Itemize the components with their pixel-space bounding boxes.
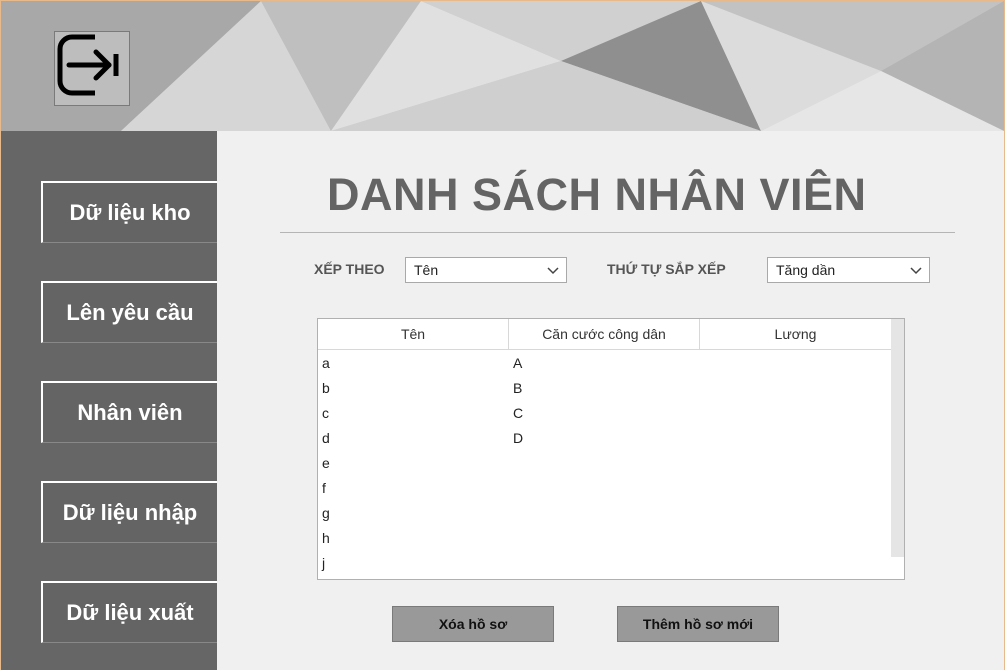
table-cell: D bbox=[513, 429, 524, 446]
table-cell bbox=[700, 450, 891, 475]
main-panel: DANH SÁCH NHÂN VIÊN XẾP THEO Tên THỨ TỰ … bbox=[217, 131, 1004, 670]
column-header-id-card[interactable]: Căn cước công dân bbox=[509, 319, 700, 349]
table-cell: g bbox=[322, 504, 330, 521]
table-cell bbox=[700, 475, 891, 500]
table-cell bbox=[700, 500, 891, 525]
employee-table[interactable]: Tên Căn cước công dân Lương aAbBcCdDefgh… bbox=[317, 318, 905, 580]
table-body: aAbBcCdDefghj bbox=[318, 350, 904, 575]
table-row[interactable]: h bbox=[318, 525, 891, 550]
add-record-button[interactable]: Thêm hồ sơ mới bbox=[617, 606, 779, 642]
table-cell: C bbox=[513, 404, 524, 421]
title-divider bbox=[280, 232, 955, 233]
chevron-down-icon bbox=[547, 267, 559, 275]
table-cell bbox=[700, 525, 891, 550]
column-header-salary[interactable]: Lương bbox=[700, 319, 891, 349]
table-cell: B bbox=[513, 379, 523, 396]
sidebar-item-employees[interactable]: Nhân viên bbox=[41, 381, 217, 443]
sidebar-item-label: Dữ liệu kho bbox=[69, 199, 191, 225]
table-cell bbox=[700, 375, 891, 400]
table-cell: e bbox=[322, 454, 330, 471]
sidebar: Dữ liệu kho Lên yêu cầu Nhân viên Dữ liệ… bbox=[1, 131, 217, 670]
sidebar-item-import-data[interactable]: Dữ liệu nhập bbox=[41, 481, 217, 543]
sort-order-select[interactable]: Tăng dần bbox=[767, 257, 930, 283]
table-cell: b bbox=[322, 379, 330, 396]
sort-by-value: Tên bbox=[414, 262, 439, 278]
sidebar-item-inventory[interactable]: Dữ liệu kho bbox=[41, 181, 217, 243]
header-banner bbox=[1, 1, 1004, 131]
table-cell: h bbox=[322, 529, 330, 546]
logout-button[interactable] bbox=[54, 31, 130, 106]
table-row[interactable]: bB bbox=[318, 375, 891, 400]
chevron-down-icon bbox=[910, 267, 922, 275]
sort-order-label: THỨ TỰ SẮP XẾP bbox=[607, 261, 726, 277]
table-cell bbox=[509, 450, 700, 475]
table-cell: j bbox=[322, 554, 326, 571]
sidebar-item-label: Lên yêu cầu bbox=[66, 299, 194, 325]
table-row[interactable]: e bbox=[318, 450, 891, 475]
table-row[interactable]: f bbox=[318, 475, 891, 500]
sort-by-select[interactable]: Tên bbox=[405, 257, 567, 283]
table-cell bbox=[509, 475, 700, 500]
logout-arrow-icon bbox=[57, 32, 121, 98]
table-header: Tên Căn cước công dân Lương bbox=[318, 319, 891, 350]
sort-order-value: Tăng dần bbox=[776, 262, 836, 278]
column-header-name[interactable]: Tên bbox=[318, 319, 509, 349]
sidebar-item-label: Dữ liệu xuất bbox=[66, 599, 194, 625]
sidebar-item-export-data[interactable]: Dữ liệu xuất bbox=[41, 581, 217, 643]
table-cell: a bbox=[322, 354, 330, 371]
table-row[interactable]: cC bbox=[318, 400, 891, 425]
table-cell: A bbox=[513, 354, 523, 371]
sidebar-item-label: Nhân viên bbox=[77, 399, 183, 425]
table-scrollbar[interactable] bbox=[891, 319, 904, 557]
sidebar-item-request[interactable]: Lên yêu cầu bbox=[41, 281, 217, 343]
delete-record-button[interactable]: Xóa hồ sơ bbox=[392, 606, 554, 642]
table-row[interactable]: dD bbox=[318, 425, 891, 450]
page-title: DANH SÁCH NHÂN VIÊN bbox=[327, 169, 867, 220]
table-cell: f bbox=[322, 479, 326, 496]
table-row[interactable]: aA bbox=[318, 350, 891, 375]
sort-by-label: XẾP THEO bbox=[314, 261, 385, 277]
table-cell bbox=[700, 350, 891, 375]
table-cell: c bbox=[322, 404, 329, 421]
banner-background bbox=[1, 1, 1004, 131]
table-cell bbox=[509, 525, 700, 550]
table-row[interactable]: g bbox=[318, 500, 891, 525]
table-cell bbox=[509, 550, 700, 575]
table-cell bbox=[700, 425, 891, 450]
sidebar-item-label: Dữ liệu nhập bbox=[62, 499, 198, 525]
table-cell: d bbox=[322, 429, 330, 446]
table-row[interactable]: j bbox=[318, 550, 891, 575]
table-cell bbox=[509, 500, 700, 525]
table-cell bbox=[700, 400, 891, 425]
table-cell bbox=[700, 550, 891, 575]
